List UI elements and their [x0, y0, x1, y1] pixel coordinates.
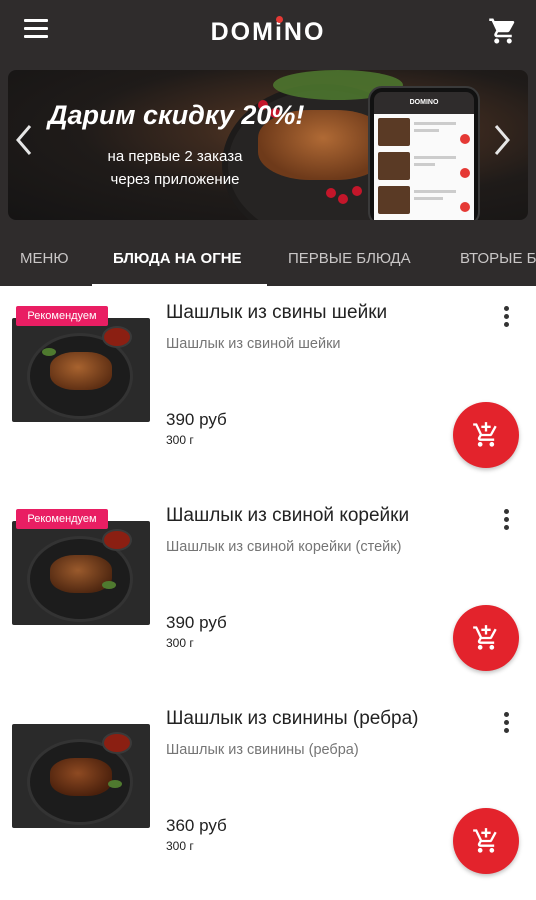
category-tabs: МЕНЮ БЛЮДА НА ОГНЕ ПЕРВЫЕ БЛЮДА ВТОРЫЕ Б…	[0, 234, 536, 286]
product-description: Шашлык из свиной корейки (стейк)	[166, 539, 402, 555]
promo-banner[interactable]: Дарим скидку 20%! на первые 2 заказа чер…	[8, 70, 528, 220]
recommended-badge: Рекомендуем	[16, 509, 108, 529]
product-title: Шашлык из свины шейки	[166, 302, 388, 323]
product-title: Шашлык из свиной корейки	[166, 505, 410, 526]
banner-subtitle-line2: через приложение	[110, 171, 240, 188]
logo-part-b: NO	[283, 18, 326, 46]
more-options-icon[interactable]	[496, 507, 516, 533]
phone-mockup-row	[378, 152, 470, 182]
add-to-cart-button[interactable]	[453, 605, 519, 671]
add-to-cart-button[interactable]	[453, 402, 519, 468]
app-bar: DOMiNO	[0, 0, 536, 64]
tab-grill-dishes[interactable]: БЛЮДА НА ОГНЕ	[113, 234, 242, 286]
phone-mockup-row	[378, 186, 470, 216]
add-to-cart-icon	[473, 828, 497, 853]
hamburger-menu-icon[interactable]	[18, 19, 54, 45]
add-to-cart-icon	[473, 422, 497, 447]
shopping-cart-icon[interactable]	[488, 16, 522, 48]
active-tab-indicator	[92, 284, 267, 287]
tab-menu[interactable]: МЕНЮ	[20, 234, 69, 286]
add-to-cart-icon	[473, 625, 497, 650]
banner-berry	[352, 186, 362, 196]
more-options-icon[interactable]	[496, 304, 516, 330]
product-image	[12, 724, 150, 828]
product-description: Шашлык из свинины (ребра)	[166, 742, 359, 758]
banner-title: Дарим скидку 20%!	[48, 100, 305, 130]
add-to-cart-button[interactable]	[453, 808, 519, 874]
chevron-right-icon[interactable]	[488, 120, 516, 160]
product-weight: 300 г	[166, 636, 194, 650]
product-image	[12, 318, 150, 422]
promo-banner-area: Дарим скидку 20%! на первые 2 заказа чер…	[0, 64, 536, 234]
product-weight: 300 г	[166, 839, 194, 853]
product-weight: 300 г	[166, 433, 194, 447]
app-logo: DOMiNO	[0, 0, 536, 64]
phone-mockup-logo: DOMINO	[374, 92, 474, 114]
product-list: Рекомендуем Шашлык из свины шейки Шашлык…	[0, 288, 536, 900]
product-price: 390 руб	[166, 613, 227, 632]
product-card[interactable]: Рекомендуем Шашлык из свины шейки Шашлык…	[0, 288, 536, 488]
phone-mockup-image: DOMINO	[368, 86, 480, 220]
product-card[interactable]: Шашлык из свинины (ребра) Шашлык из свин…	[0, 694, 536, 894]
more-options-icon[interactable]	[496, 710, 516, 736]
banner-berry	[338, 194, 348, 204]
product-price: 390 руб	[166, 410, 227, 429]
product-price: 360 руб	[166, 816, 227, 835]
logo-part-i: i	[274, 18, 284, 46]
tab-second-courses[interactable]: ВТОРЫЕ БЛЮДА	[460, 234, 536, 286]
banner-subtitle-line1: на первые 2 заказа	[107, 148, 243, 165]
banner-berry	[326, 188, 336, 198]
product-description: Шашлык из свиной шейки	[166, 336, 341, 352]
logo-part-a: DOM	[210, 18, 275, 46]
product-image	[12, 521, 150, 625]
phone-mockup-screen	[374, 114, 474, 220]
phone-mockup-row	[378, 118, 470, 148]
tab-first-courses[interactable]: ПЕРВЫЕ БЛЮДА	[288, 234, 411, 286]
product-title: Шашлык из свинины (ребра)	[166, 708, 419, 729]
chevron-left-icon[interactable]	[10, 120, 38, 160]
product-card[interactable]: Рекомендуем Шашлык из свиной корейки Шаш…	[0, 491, 536, 691]
recommended-badge: Рекомендуем	[16, 306, 108, 326]
